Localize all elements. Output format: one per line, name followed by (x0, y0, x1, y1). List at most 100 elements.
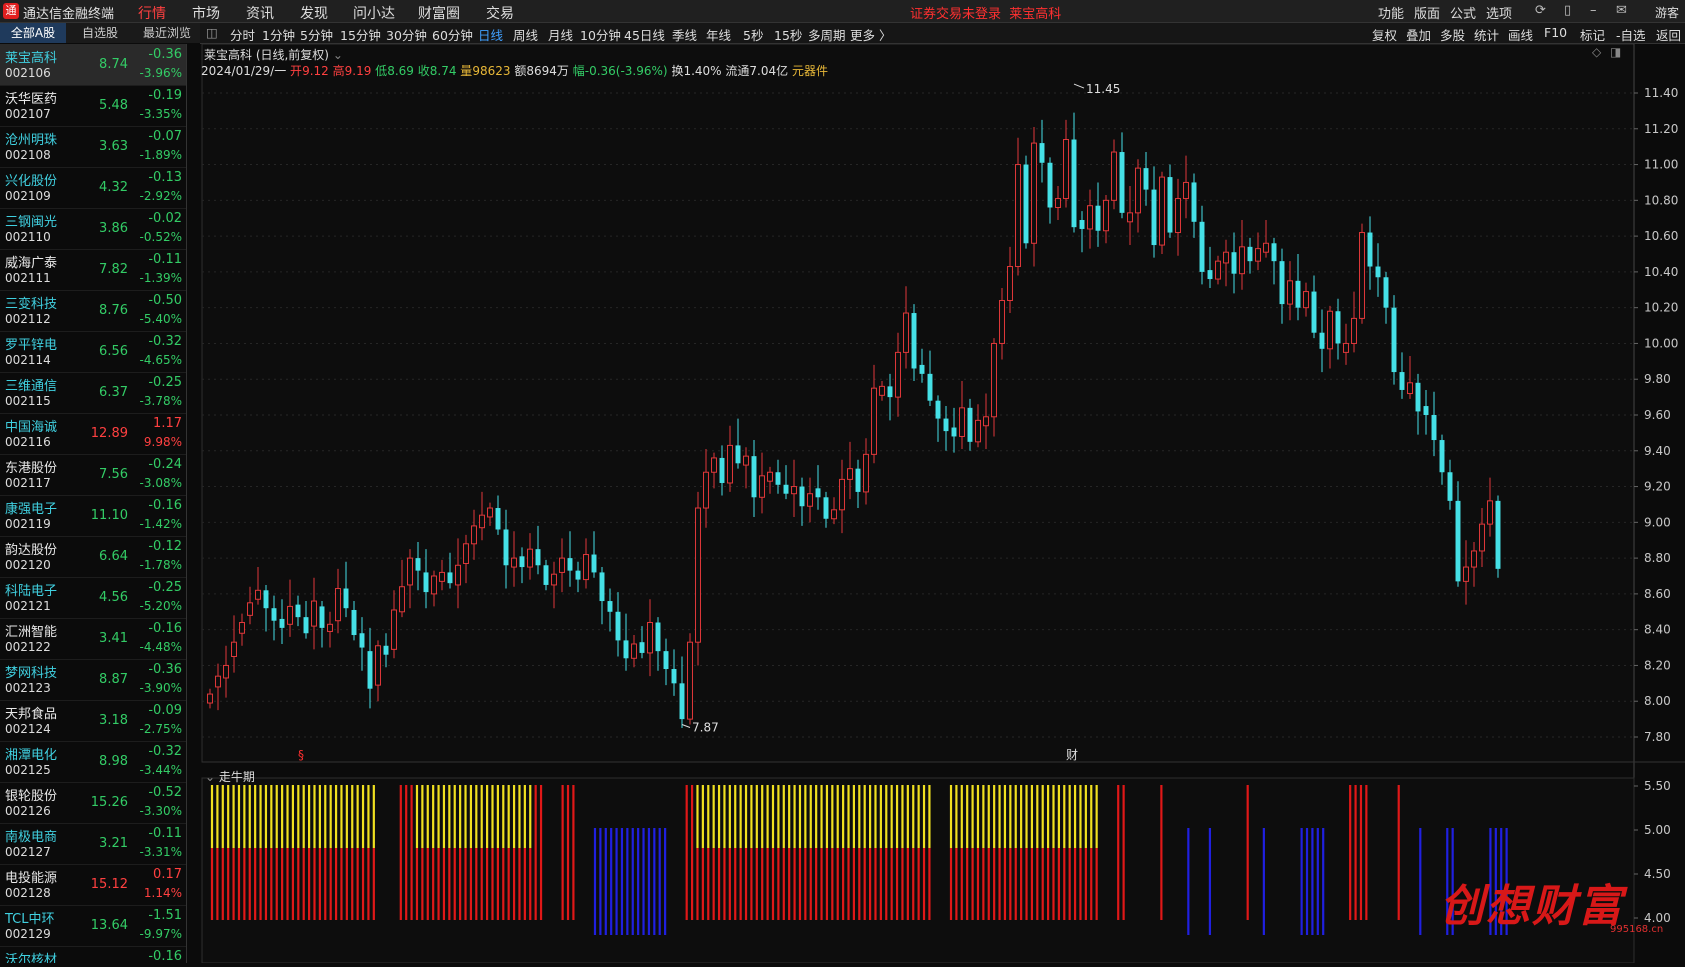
toolbar-button[interactable]: 复权 (1372, 25, 1397, 44)
candle-body (1175, 198, 1181, 234)
list-item[interactable]: 三钢闽光 002110 3.86 -0.02 -0.52% (0, 208, 186, 250)
candle-body (1087, 205, 1093, 230)
candle-body (295, 604, 301, 618)
list-item[interactable]: 沧州明珠 002108 3.63 -0.07 -1.89% (0, 126, 186, 168)
candle-body (1103, 199, 1109, 232)
candle-body (895, 351, 901, 398)
period-tab[interactable]: 多周期 (808, 25, 846, 44)
menu-item[interactable]: 发现 (300, 3, 328, 23)
period-tab[interactable]: 30分钟 (386, 25, 427, 44)
tab-watchlist[interactable]: 自选股 (66, 23, 134, 43)
period-tab[interactable]: 年线 (706, 25, 731, 44)
indicator-title[interactable]: ⌄ 走牛期 (205, 768, 255, 785)
menu-item[interactable]: 问小达 (353, 3, 395, 23)
stock-price: 8.74 (99, 57, 128, 72)
list-item[interactable]: 罗平锌电 002114 6.56 -0.32 -4.65% (0, 331, 186, 373)
list-item[interactable]: 兴化股份 002109 4.32 -0.13 -2.92% (0, 167, 186, 209)
toolbar-button[interactable]: 统计 (1474, 25, 1499, 44)
period-tab[interactable]: 1分钟 (262, 25, 295, 44)
refresh-icon[interactable]: ⟳ (1535, 3, 1546, 18)
candle-body (727, 444, 733, 484)
list-item[interactable]: 银轮股份 002126 15.26 -0.52 -3.30% (0, 782, 186, 824)
period-tab[interactable]: 分时 (230, 25, 255, 44)
list-item[interactable]: 电投能源 002128 15.12 0.17 1.14% (0, 864, 186, 906)
phone-icon[interactable]: ▯ (1564, 3, 1571, 18)
list-item[interactable]: 汇洲智能 002122 3.41 -0.16 -4.48% (0, 618, 186, 660)
stock-code: 002120 (5, 558, 51, 572)
period-tab[interactable]: 15分钟 (340, 25, 381, 44)
list-item[interactable]: 莱宝高科 002106 8.74 -0.36 -3.96% (0, 44, 186, 86)
list-item[interactable]: 东港股份 002117 7.56 -0.24 -3.08% (0, 454, 186, 496)
chart-area: 11.40 11.20 11.00 10.80 10.60 10.40 10.20 10.00… (200, 43, 1685, 964)
menu-item[interactable]: 市场 (192, 3, 220, 23)
candle-body (319, 606, 325, 628)
menu-item[interactable]: 行情 (138, 3, 166, 23)
period-tab[interactable]: 5秒 (743, 25, 763, 44)
list-item[interactable]: 沃尔核材 -0.16 (0, 946, 186, 963)
list-item[interactable]: 韵达股份 002120 6.64 -0.12 -1.78% (0, 536, 186, 578)
list-item[interactable]: 科陆电子 002121 4.56 -0.25 -5.20% (0, 577, 186, 619)
period-tab[interactable]: 10分钟 (580, 25, 621, 44)
menu-item[interactable]: 交易 (486, 3, 514, 23)
list-item[interactable]: 梦网科技 002123 8.87 -0.36 -3.90% (0, 659, 186, 701)
toolbar-button[interactable]: 叠加 (1406, 25, 1431, 44)
toolbar-button[interactable]: 多股 (1440, 25, 1465, 44)
y-tick-label: 8.60 (1644, 587, 1671, 601)
toolbar-button[interactable]: -自选 (1616, 25, 1646, 44)
period-tab[interactable]: 日线 (478, 25, 503, 44)
list-item[interactable]: 三维通信 002115 6.37 -0.25 -3.78% (0, 372, 186, 414)
right-menu-item[interactable]: 功能 (1378, 3, 1404, 22)
period-tab[interactable]: 15秒 (774, 25, 802, 44)
candle-body (271, 608, 277, 621)
period-tab[interactable]: 60分钟 (432, 25, 473, 44)
stock-change: -0.16 (148, 498, 182, 513)
right-menu-item[interactable]: 版面 (1414, 3, 1440, 22)
period-tab[interactable]: 5分钟 (300, 25, 333, 44)
list-item[interactable]: 南极电商 002127 3.21 -0.11 -3.31% (0, 823, 186, 865)
period-tab[interactable]: 季线 (672, 25, 697, 44)
right-menu-item[interactable]: 选项 (1486, 3, 1512, 22)
toolbar-button[interactable]: 画线 (1508, 25, 1533, 44)
list-item[interactable]: 天邦食品 002124 3.18 -0.09 -2.75% (0, 700, 186, 742)
list-item[interactable]: 湘潭电化 002125 8.98 -0.32 -3.44% (0, 741, 186, 783)
candle-body (631, 643, 637, 659)
period-tab[interactable]: 45日线 (624, 25, 665, 44)
list-item[interactable]: 威海广泰 002111 7.82 -0.11 -1.39% (0, 249, 186, 291)
candlestick-chart[interactable]: 11.40 11.20 11.00 10.80 10.60 10.40 10.20 10.00… (200, 43, 1685, 964)
menu-item[interactable]: 资讯 (246, 3, 274, 23)
toolbar-button[interactable]: F10 (1544, 25, 1567, 40)
tab-all-a-shares[interactable]: 全部A股 (0, 23, 66, 43)
toolbar-button[interactable]: 返回 (1656, 25, 1681, 44)
right-menu-item[interactable]: 公式 (1450, 3, 1476, 22)
list-item[interactable]: 沃华医药 002107 5.48 -0.19 -3.35% (0, 85, 186, 127)
tab-recent[interactable]: 最近浏览 (134, 23, 200, 43)
toolbar-button[interactable]: 标记 (1580, 25, 1605, 44)
stock-change: -0.32 (148, 334, 182, 349)
period-tab[interactable]: 月线 (548, 25, 573, 44)
minimize-icon[interactable]: – (1590, 3, 1597, 18)
stock-code: 002127 (5, 845, 51, 859)
indicator-tick-label: 4.50 (1644, 867, 1671, 881)
period-tab[interactable]: 周线 (513, 25, 538, 44)
list-item[interactable]: 三变科技 002112 8.76 -0.50 -5.40% (0, 290, 186, 332)
candle-body (1183, 181, 1189, 200)
candle-body (439, 571, 445, 582)
stock-code: 002128 (5, 886, 51, 900)
close-window-icon[interactable]: ✉ (1616, 3, 1627, 18)
sidebar-toggle-icon[interactable]: ◫ (206, 25, 218, 40)
candle-body (663, 651, 669, 670)
period-tab[interactable]: 更多 〉 (850, 25, 891, 44)
menu-item[interactable]: 财富圈 (418, 3, 460, 23)
candle-body (1287, 280, 1293, 305)
list-item[interactable]: TCL中环 002129 13.64 -1.51 -9.97% (0, 905, 186, 947)
guest-label[interactable]: 游客 (1655, 4, 1679, 21)
stock-name: 梦网科技 (5, 666, 58, 681)
chevron-down-icon[interactable]: ⌄ (333, 48, 343, 62)
stock-change-pct: -1.89% (139, 148, 182, 162)
list-item[interactable]: 中国海诚 002116 12.89 1.17 9.98% (0, 413, 186, 455)
candle-body (1063, 139, 1069, 200)
login-notice[interactable]: 证券交易未登录 莱宝高科 (910, 3, 1061, 22)
stock-code: 002122 (5, 640, 51, 654)
stock-name: 罗平锌电 (5, 338, 58, 353)
list-item[interactable]: 康强电子 002119 11.10 -0.16 -1.42% (0, 495, 186, 537)
